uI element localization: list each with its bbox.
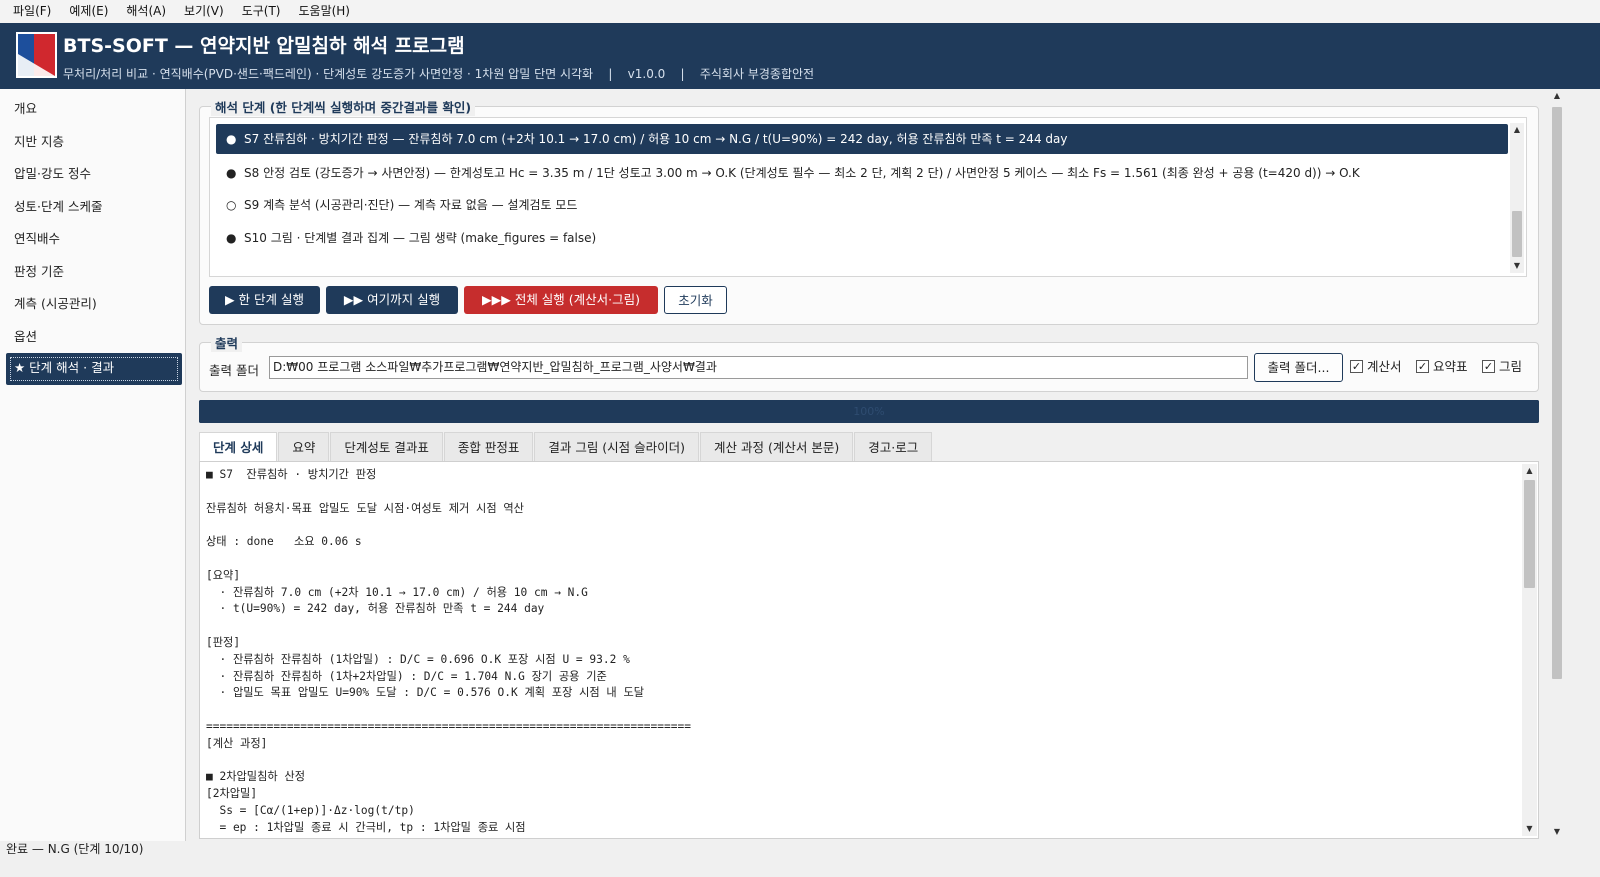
tab-staged-fill-results[interactable]: 단계성토 결과표 [330,432,443,461]
checkbox-label: 계산서 [1367,359,1402,374]
tab-warning-log[interactable]: 경고·로그 [854,432,933,461]
result-tabs: 단계 상세 요약 단계성토 결과표 종합 판정표 결과 그림 (시점 슬라이더)… [199,432,933,461]
tab-overall-judgement[interactable]: 종합 판정표 [443,432,534,461]
sidebar-item-options[interactable]: 옵션 [6,322,182,352]
step-item-s7[interactable]: ● S7 잔류침하 · 방치기간 판정 — 잔류침하 7.0 cm (+2차 10… [216,124,1508,154]
app-subtitle: 무처리/처리 비교 · 연직배수(PVD·샌드·팩드레인) · 단계성토 강도증… [63,67,815,81]
sidebar-item-consolidation-params[interactable]: 압밀·강도 정수 [6,159,182,189]
step-list-scrollbar[interactable]: ▲ ▼ [1510,123,1524,273]
company-logo [16,32,57,78]
tab-step-detail[interactable]: 단계 상세 [199,432,278,461]
step-label: S7 잔류침하 · 방치기간 판정 — 잔류침하 7.0 cm (+2차 10.… [244,132,1068,146]
step-status-dot: ● [226,132,237,146]
progress-bar: 100% [199,400,1539,423]
run-to-here-button[interactable]: ▶▶ 여기까지 실행 [326,286,458,314]
step-label: S9 계측 분석 (시공관리·진단) — 계측 자료 없음 — 설계검토 모드 [244,198,578,212]
app-title: BTS-SOFT — 연약지반 압밀침하 해석 프로그램 [63,35,465,57]
step-status-dot: ● [226,231,237,245]
sidebar-item-step-analysis-label: ★ 단계 해석 · 결과 [10,357,178,381]
tab-summary[interactable]: 요약 [278,432,330,461]
reset-button[interactable]: 초기화 [664,286,727,314]
scroll-up-icon[interactable]: ▲ [1510,123,1524,137]
output-group-title: 출력 [211,333,243,352]
step-status-dot: ○ [226,198,237,212]
status-text: 완료 — N.G (단계 10/10) [6,842,144,856]
tab-result-figures[interactable]: 결과 그림 (시점 슬라이더) [534,432,700,461]
checkbox-check-icon: ✓ [1416,360,1429,373]
main-scrollbar[interactable]: ▲ ▼ [1548,89,1566,839]
sidebar-item-step-analysis[interactable]: ★ 단계 해석 · 결과 [6,353,182,385]
menu-tools[interactable]: 도구(T) [233,0,290,23]
step-list: ● S7 잔류침하 · 방치기간 판정 — 잔류침하 7.0 cm (+2차 10… [209,117,1527,277]
step-item-s8[interactable]: ● S8 안정 검토 (강도증가 → 사면안정) — 한계성토고 Hc = 3.3… [216,158,1508,188]
summary-checkbox[interactable]: ✓ 요약표 [1416,357,1468,377]
scroll-up-icon[interactable]: ▲ [1522,464,1537,478]
figures-checkbox[interactable]: ✓ 그림 [1482,357,1522,377]
sidebar-item-monitoring[interactable]: 계측 (시공관리) [6,289,182,319]
menu-file[interactable]: 파일(F) [4,0,60,23]
menu-view[interactable]: 보기(V) [175,0,233,23]
run-all-button[interactable]: ▶▶▶ 전체 실행 (계산서·그림) [464,286,658,314]
checkbox-label: 그림 [1499,359,1523,374]
sidebar-item-fill-schedule[interactable]: 성토·단계 스케줄 [6,192,182,222]
sidebar-item-vertical-drain[interactable]: 연직배수 [6,224,182,254]
scrollbar-thumb[interactable] [1512,211,1522,257]
scroll-down-icon[interactable]: ▼ [1510,259,1524,273]
step-detail-text: ■ S7 잔류침하 · 방치기간 판정 잔류침하 허용치·목표 압밀도 도달 시… [206,468,691,834]
step-label: S8 안정 검토 (강도증가 → 사면안정) — 한계성토고 Hc = 3.35… [244,166,1360,180]
scrollbar-thumb[interactable] [1524,480,1535,588]
detail-scrollbar[interactable]: ▲ ▼ [1522,464,1537,836]
scroll-up-icon[interactable]: ▲ [1548,89,1566,103]
step-detail-pane[interactable]: ■ S7 잔류침하 · 방치기간 판정 잔류침하 허용치·목표 압밀도 도달 시… [199,461,1539,839]
tab-calculation-process[interactable]: 계산 과정 (계산서 본문) [700,432,854,461]
sidebar-item-criteria[interactable]: 판정 기준 [6,257,182,287]
scrollbar-thumb[interactable] [1552,107,1562,679]
run-one-step-button[interactable]: ▶ 한 단계 실행 [209,286,320,314]
checkbox-label: 요약표 [1433,359,1468,374]
output-folder-input[interactable]: D:₩00 프로그램 소스파일₩추가프로그램₩연약지반_압밀침하_프로그램_사양… [269,356,1248,379]
menu-bar: 파일(F) 예제(E) 해석(A) 보기(V) 도구(T) 도움말(H) [0,0,1600,23]
scroll-down-icon[interactable]: ▼ [1548,825,1566,839]
checkbox-check-icon: ✓ [1350,360,1363,373]
status-bar: 완료 — N.G (단계 10/10) [0,841,1600,877]
steps-group-title: 해석 단계 (한 단계씩 실행하며 중간결과를 확인) [211,97,476,116]
step-item-s10[interactable]: ● S10 그림 · 단계별 결과 집계 — 그림 생략 (make_figure… [216,223,1508,253]
browse-folder-button[interactable]: 출력 폴더... [1254,353,1343,382]
progress-percent: 100% [853,405,885,418]
checkbox-check-icon: ✓ [1482,360,1495,373]
step-item-s9[interactable]: ○ S9 계측 분석 (시공관리·진단) — 계측 자료 없음 — 설계검토 모드 [216,190,1508,220]
report-checkbox[interactable]: ✓ 계산서 [1350,357,1402,377]
sidebar: 개요 지반 지층 압밀·강도 정수 성토·단계 스케줄 연직배수 판정 기준 계… [0,89,186,856]
menu-analysis[interactable]: 해석(A) [117,0,175,23]
app-header: BTS-SOFT — 연약지반 압밀침하 해석 프로그램 무처리/처리 비교 ·… [0,23,1600,89]
output-folder-label: 출력 폴더 [209,363,259,378]
menu-help[interactable]: 도움말(H) [289,0,359,23]
sidebar-item-ground-layers[interactable]: 지반 지층 [6,127,182,157]
step-status-dot: ● [226,166,237,180]
scroll-down-icon[interactable]: ▼ [1522,822,1537,836]
sidebar-item-overview[interactable]: 개요 [6,94,182,124]
menu-examples[interactable]: 예제(E) [60,0,117,23]
step-label: S10 그림 · 단계별 결과 집계 — 그림 생략 (make_figures… [244,231,597,245]
